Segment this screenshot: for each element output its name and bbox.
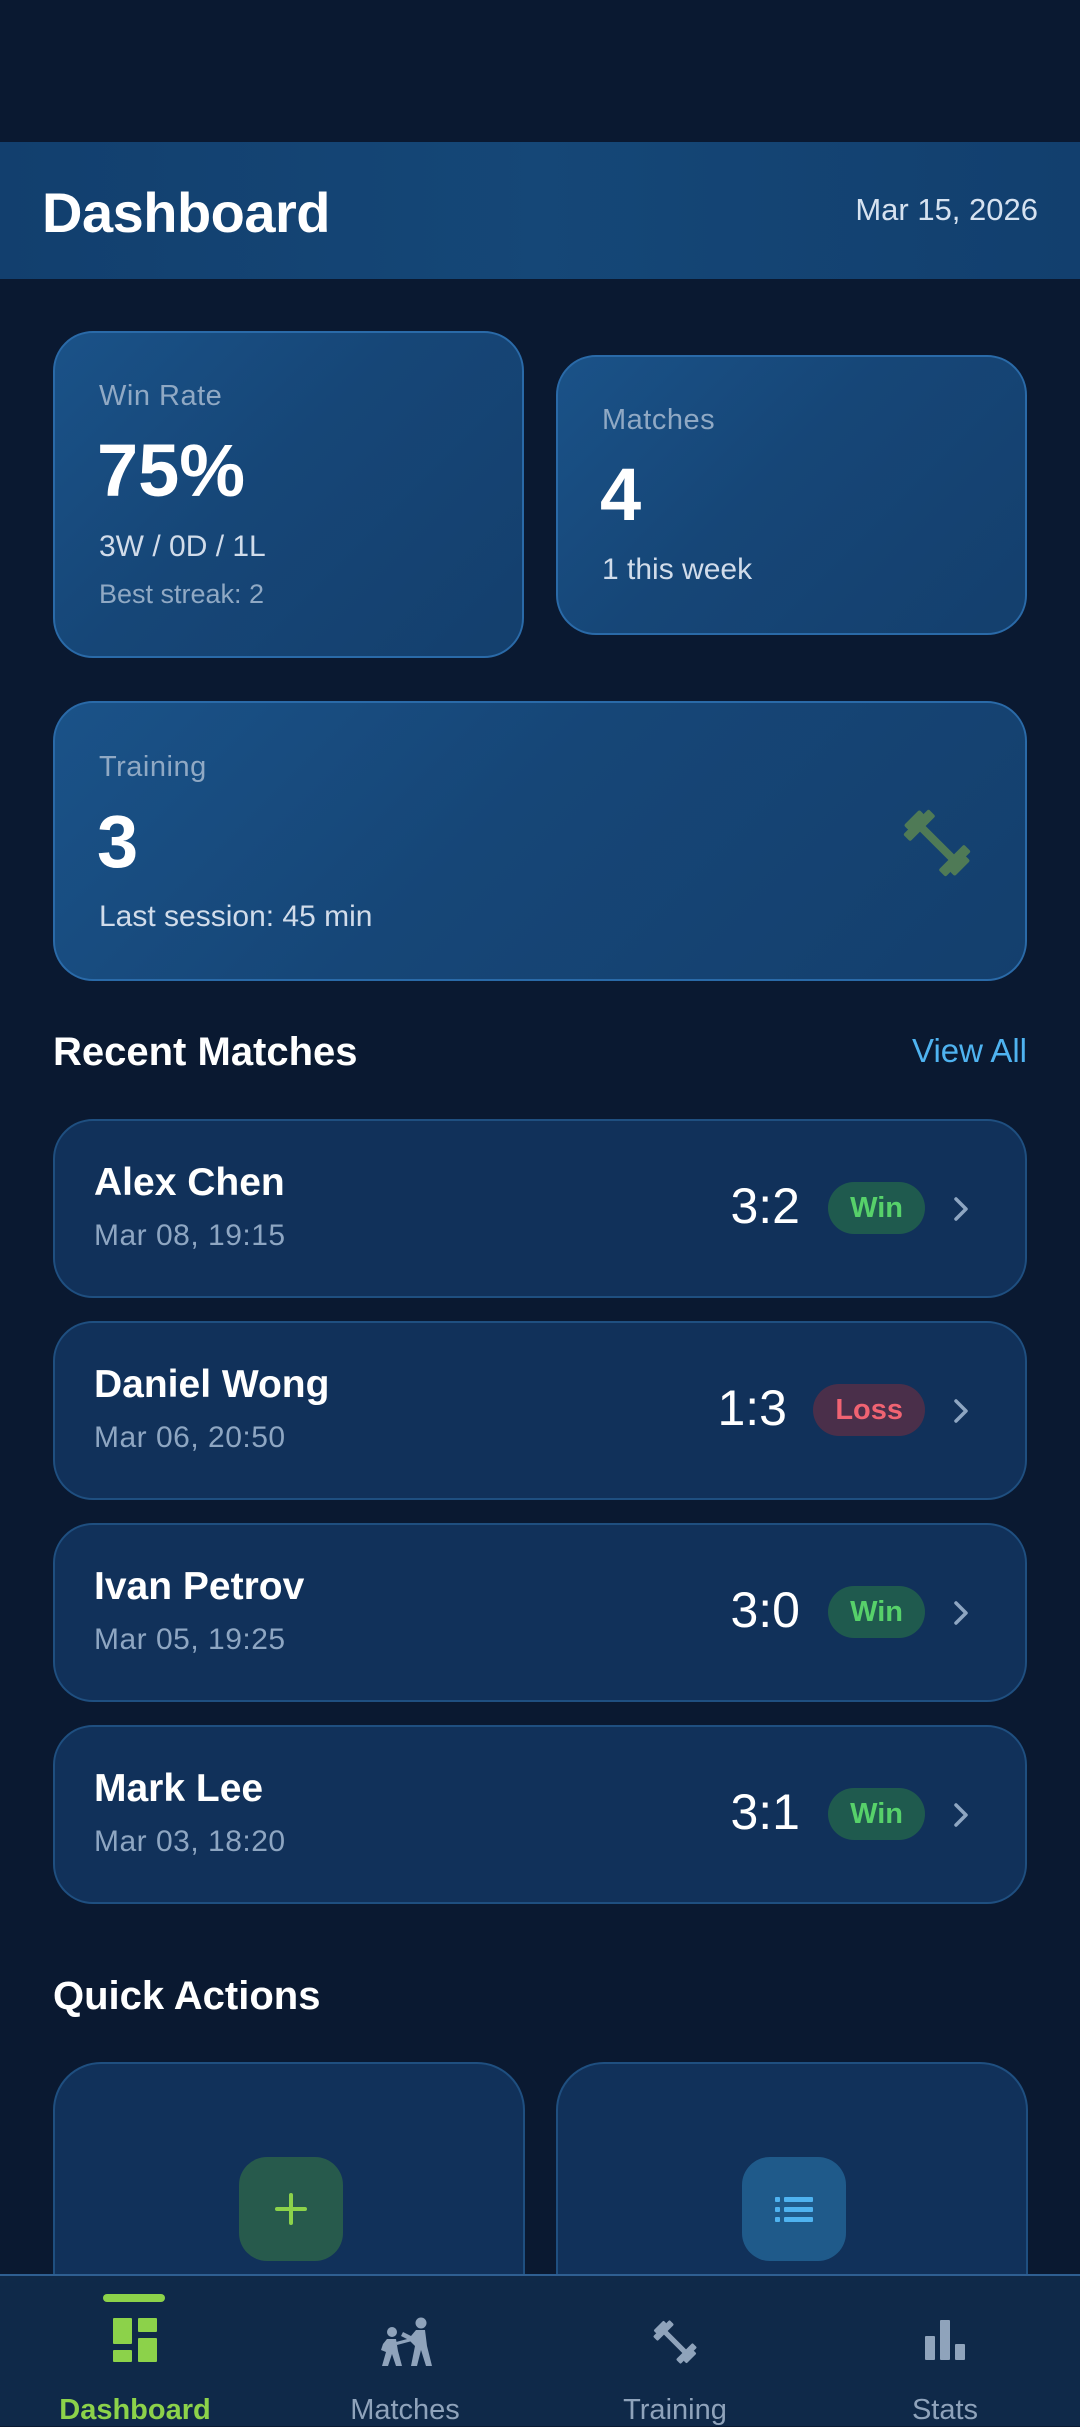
- plus-icon-tile[interactable]: [239, 2157, 343, 2261]
- match-score: 3:2: [730, 1178, 800, 1234]
- match-datetime: Mar 06, 20:50: [94, 1421, 286, 1454]
- match-row[interactable]: Ivan Petrov Mar 05, 19:25 3:0 Win: [53, 1523, 1027, 1702]
- bottom-navigation: Dashboard Matches Training Stats: [0, 2274, 1080, 2426]
- matches-label: Matches: [602, 404, 716, 436]
- header-date: Mar 15, 2026: [855, 192, 1038, 227]
- recent-matches-title: Recent Matches: [53, 1030, 358, 1074]
- match-row[interactable]: Daniel Wong Mar 06, 20:50 1:3 Loss: [53, 1321, 1027, 1500]
- result-badge: Loss: [813, 1384, 925, 1436]
- match-datetime: Mar 03, 18:20: [94, 1825, 286, 1858]
- dumbbell-icon: [653, 2320, 697, 2364]
- list-icon: [775, 2197, 813, 2222]
- quick-actions-title: Quick Actions: [53, 1974, 321, 2018]
- training-sub: Last session: 45 min: [99, 900, 373, 933]
- dumbbell-icon: [903, 809, 971, 877]
- chevron-right-icon: [954, 1197, 968, 1221]
- opponent-name: Ivan Petrov: [94, 1565, 305, 1608]
- bar-chart-icon: [925, 2320, 965, 2360]
- training-value: 3: [97, 800, 139, 883]
- nav-dashboard[interactable]: Dashboard: [0, 2276, 270, 2426]
- matches-card[interactable]: Matches 4 1 this week: [556, 355, 1027, 635]
- win-rate-label: Win Rate: [99, 380, 223, 412]
- active-tab-indicator: [103, 2294, 165, 2302]
- opponent-name: Daniel Wong: [94, 1363, 330, 1406]
- chevron-right-icon: [954, 1803, 968, 1827]
- fencing-icon: [381, 2317, 432, 2366]
- training-card[interactable]: Training 3 Last session: 45 min: [53, 701, 1027, 981]
- win-rate-streak: Best streak: 2: [99, 579, 265, 609]
- match-row[interactable]: Mark Lee Mar 03, 18:20 3:1 Win: [53, 1725, 1027, 1904]
- chevron-right-icon: [954, 1399, 968, 1423]
- match-datetime: Mar 05, 19:25: [94, 1623, 286, 1656]
- plus-icon: [275, 2193, 307, 2225]
- view-all-link[interactable]: View All: [912, 1032, 1027, 1070]
- training-label: Training: [99, 751, 207, 783]
- dashboard-icon: [113, 2318, 157, 2362]
- list-icon-tile[interactable]: [742, 2157, 846, 2261]
- chevron-right-icon: [954, 1601, 968, 1625]
- result-badge: Win: [828, 1586, 925, 1638]
- match-score: 1:3: [717, 1380, 787, 1436]
- opponent-name: Mark Lee: [94, 1767, 264, 1810]
- nav-stats[interactable]: Stats: [810, 2276, 1080, 2426]
- match-score: 3:0: [730, 1582, 800, 1638]
- win-rate-card[interactable]: Win Rate 75% 3W / 0D / 1L Best streak: 2: [53, 331, 524, 658]
- result-badge: Win: [828, 1182, 925, 1234]
- nav-label: Stats: [911, 2394, 979, 2426]
- opponent-name: Alex Chen: [94, 1161, 285, 1204]
- nav-training[interactable]: Training: [540, 2276, 810, 2426]
- match-score: 3:1: [730, 1784, 800, 1840]
- app-header: Dashboard Mar 15, 2026: [0, 142, 1080, 279]
- match-datetime: Mar 08, 19:15: [94, 1219, 286, 1252]
- nav-matches[interactable]: Matches: [270, 2276, 540, 2426]
- matches-sub: 1 this week: [602, 553, 753, 586]
- result-badge: Win: [828, 1788, 925, 1840]
- match-row[interactable]: Alex Chen Mar 08, 19:15 3:2 Win: [53, 1119, 1027, 1298]
- nav-label: Training: [623, 2394, 727, 2426]
- nav-label: Matches: [350, 2394, 460, 2426]
- nav-label: Dashboard: [59, 2394, 211, 2426]
- win-rate-value: 75%: [97, 429, 246, 512]
- win-rate-record: 3W / 0D / 1L: [99, 530, 266, 563]
- page-title: Dashboard: [42, 181, 331, 244]
- matches-value: 4: [600, 453, 642, 536]
